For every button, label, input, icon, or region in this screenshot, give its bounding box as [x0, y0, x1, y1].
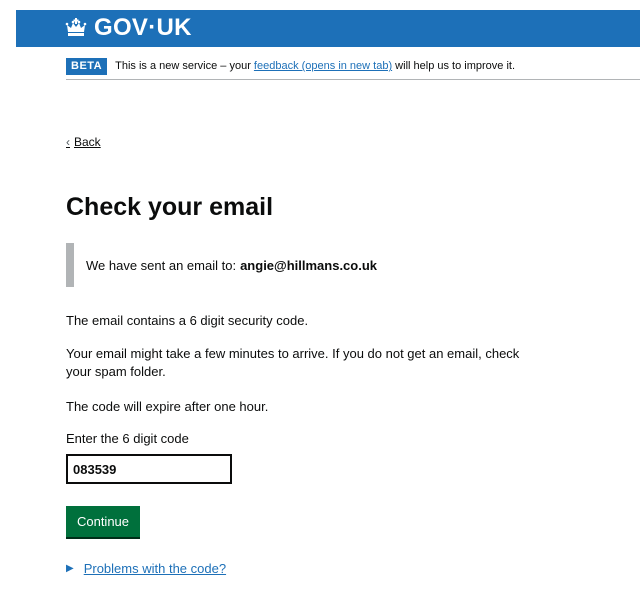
back-link-label: Back — [74, 135, 101, 149]
problems-details-summary[interactable]: ▶ Problems with the code? — [66, 561, 226, 576]
beta-tag: BETA — [66, 57, 108, 75]
continue-button[interactable]: Continue — [66, 506, 140, 537]
inset-text: We have sent an email to: angie@hillmans… — [66, 243, 536, 287]
email-address: angie@hillmans.co.uk — [240, 257, 378, 273]
site-header: GOV·UK — [16, 10, 640, 47]
triangle-right-icon: ▶ — [66, 563, 74, 574]
paragraph-code-info: The email contains a 6 digit security co… — [66, 313, 309, 328]
security-code-input[interactable] — [66, 454, 232, 484]
page-title: Check your email — [66, 193, 274, 221]
code-input-label: Enter the 6 digit code — [66, 431, 189, 446]
phase-banner: BETA This is a new service – your feedba… — [66, 53, 640, 80]
paragraph-expiry-info: The code will expire after one hour. — [66, 399, 269, 414]
chevron-left-icon: ‹ — [66, 135, 70, 149]
govuk-logo-link[interactable]: GOV·UK — [64, 13, 192, 43]
phase-banner-text-after: will help us to improve it. — [392, 60, 516, 72]
details-summary-label: Problems with the code? — [83, 561, 227, 576]
feedback-link[interactable]: feedback (opens in new tab) — [254, 60, 392, 72]
inset-message: We have sent an email to: — [86, 257, 237, 273]
logo-text: GOV·UK — [94, 14, 192, 41]
crown-icon — [65, 18, 87, 36]
paragraph-arrival-info: Your email might take a few minutes to a… — [66, 346, 520, 379]
phase-banner-text: This is a new service – your feedback (o… — [115, 60, 515, 72]
phase-banner-text-before: This is a new service – your — [115, 60, 254, 72]
back-link[interactable]: ‹ Back — [66, 135, 101, 149]
